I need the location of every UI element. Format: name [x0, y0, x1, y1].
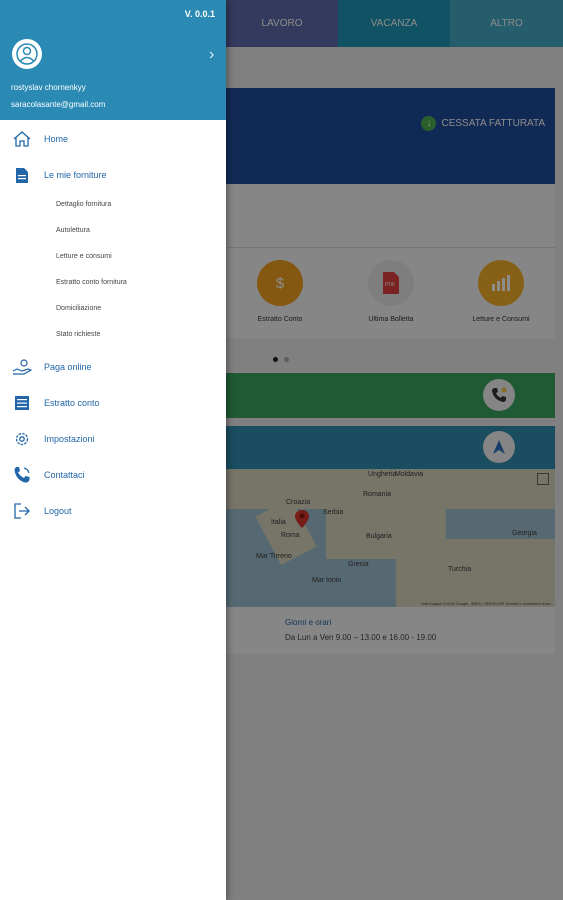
drawer-header: V. 0.0.1 › rostyslav chornenkyy saracola… [0, 0, 226, 120]
submenu-stato-richieste[interactable]: Stato richieste [56, 331, 100, 338]
gear-icon [0, 430, 44, 448]
submenu-letture-consumi[interactable]: Letture e consumi [56, 253, 112, 260]
user-name: rostyslav chornenkyy [11, 83, 86, 92]
list-icon [0, 395, 44, 411]
submenu-estratto-conto-fornitura[interactable]: Estratto conto fornitura [56, 279, 127, 286]
user-icon [16, 43, 38, 65]
menu-item-contattaci[interactable]: Contattaci [0, 460, 226, 490]
menu-item-home[interactable]: Home [0, 124, 226, 154]
chevron-right-icon[interactable]: › [209, 46, 214, 64]
submenu-autolettura[interactable]: Autolettura [56, 227, 90, 234]
menu-item-forniture[interactable]: Le mie forniture [0, 160, 226, 190]
navigation-drawer: V. 0.0.1 › rostyslav chornenkyy saracola… [0, 0, 226, 900]
home-icon [0, 131, 44, 147]
phone-icon [0, 466, 44, 484]
logout-icon [0, 503, 44, 519]
submenu-domiciliazione[interactable]: Domiciliazione [56, 305, 101, 312]
user-email: saracolasante@gmail.com [11, 100, 106, 109]
menu-item-impostazioni[interactable]: Impostazioni [0, 424, 226, 454]
payment-icon [0, 359, 44, 375]
app-version: V. 0.0.1 [184, 9, 215, 19]
menu-item-paga-online[interactable]: Paga online [0, 352, 226, 382]
submenu-dettaglio-fornitura[interactable]: Dettaglio fornitura [56, 201, 111, 208]
document-icon [0, 167, 44, 184]
menu-item-logout[interactable]: Logout [0, 496, 226, 526]
menu-item-estratto-conto[interactable]: Estratto conto [0, 388, 226, 418]
avatar[interactable] [12, 39, 42, 69]
